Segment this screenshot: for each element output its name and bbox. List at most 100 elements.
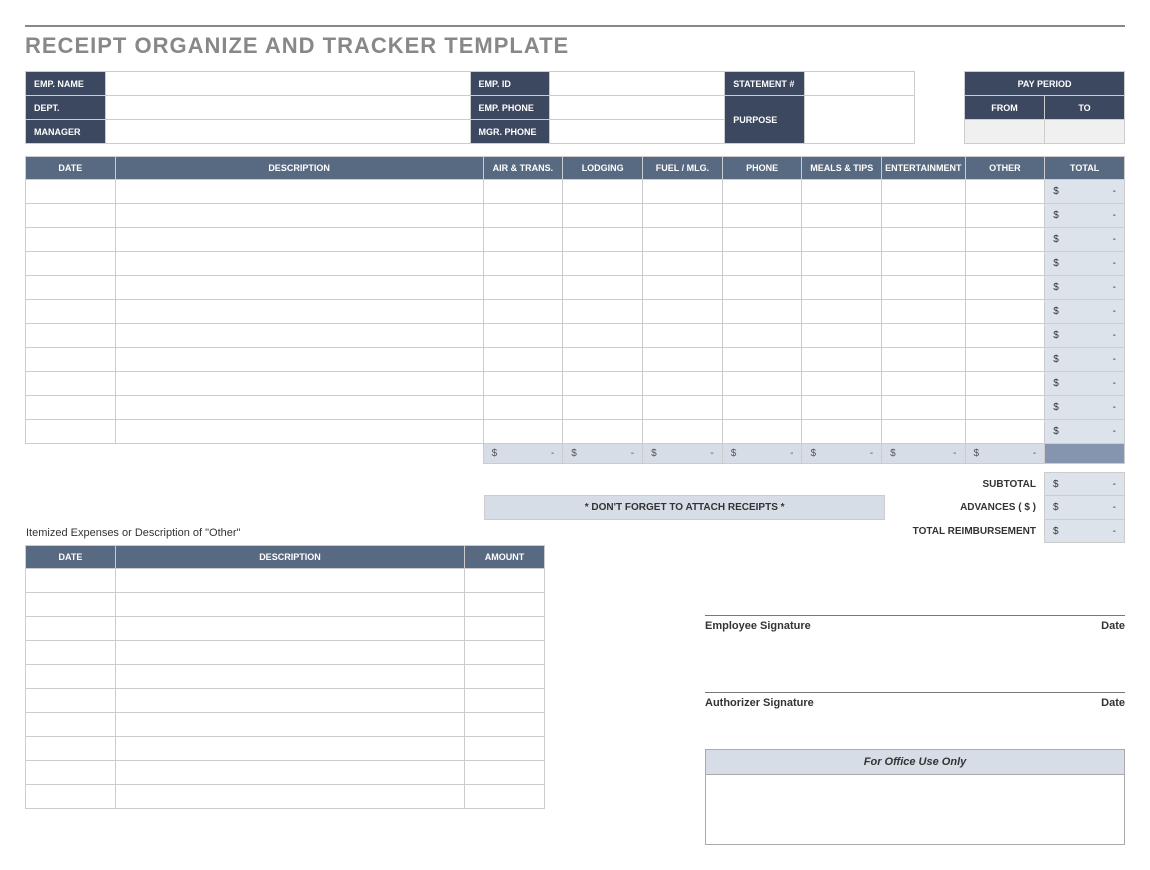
- expense-cell[interactable]: [563, 204, 643, 228]
- expense-cell[interactable]: [802, 204, 882, 228]
- expense-cell[interactable]: [115, 324, 483, 348]
- expense-cell[interactable]: [115, 300, 483, 324]
- itemized-cell[interactable]: [465, 785, 545, 809]
- expense-cell[interactable]: [115, 204, 483, 228]
- itemized-cell[interactable]: [115, 785, 464, 809]
- expense-cell[interactable]: [115, 180, 483, 204]
- itemized-cell[interactable]: [465, 593, 545, 617]
- expense-cell[interactable]: [965, 372, 1045, 396]
- expense-cell[interactable]: [965, 348, 1045, 372]
- expense-cell[interactable]: [722, 180, 802, 204]
- expense-cell[interactable]: [643, 180, 723, 204]
- expense-cell[interactable]: [483, 348, 563, 372]
- itemized-cell[interactable]: [26, 713, 116, 737]
- itemized-cell[interactable]: [465, 641, 545, 665]
- expense-cell[interactable]: [115, 252, 483, 276]
- expense-cell[interactable]: [26, 276, 116, 300]
- itemized-cell[interactable]: [465, 737, 545, 761]
- itemized-cell[interactable]: [465, 569, 545, 593]
- to-field[interactable]: [1045, 120, 1125, 144]
- expense-cell[interactable]: [882, 300, 965, 324]
- itemized-cell[interactable]: [26, 737, 116, 761]
- expense-cell[interactable]: [965, 204, 1045, 228]
- expense-cell[interactable]: [722, 396, 802, 420]
- expense-cell[interactable]: [26, 180, 116, 204]
- expense-cell[interactable]: [643, 324, 723, 348]
- expense-cell[interactable]: [643, 372, 723, 396]
- itemized-cell[interactable]: [26, 593, 116, 617]
- expense-cell[interactable]: [965, 228, 1045, 252]
- expense-cell[interactable]: [965, 324, 1045, 348]
- expense-cell[interactable]: [882, 204, 965, 228]
- expense-cell[interactable]: [483, 180, 563, 204]
- expense-cell[interactable]: [965, 252, 1045, 276]
- itemized-cell[interactable]: [115, 737, 464, 761]
- expense-cell[interactable]: [563, 420, 643, 444]
- expense-cell[interactable]: [802, 228, 882, 252]
- expense-cell[interactable]: [26, 228, 116, 252]
- expense-cell[interactable]: [643, 348, 723, 372]
- expense-cell[interactable]: [483, 276, 563, 300]
- expense-cell[interactable]: [802, 180, 882, 204]
- expense-cell[interactable]: [882, 324, 965, 348]
- expense-cell[interactable]: [563, 396, 643, 420]
- itemized-cell[interactable]: [115, 593, 464, 617]
- expense-cell[interactable]: [483, 324, 563, 348]
- expense-cell[interactable]: [643, 276, 723, 300]
- mgr-phone-field[interactable]: [550, 120, 725, 144]
- itemized-cell[interactable]: [26, 689, 116, 713]
- expense-cell[interactable]: [722, 204, 802, 228]
- itemized-cell[interactable]: [115, 689, 464, 713]
- expense-cell[interactable]: [802, 324, 882, 348]
- expense-cell[interactable]: [882, 348, 965, 372]
- expense-cell[interactable]: [483, 300, 563, 324]
- itemized-cell[interactable]: [26, 569, 116, 593]
- advances-value[interactable]: $-: [1045, 496, 1125, 520]
- expense-cell[interactable]: [26, 420, 116, 444]
- itemized-cell[interactable]: [465, 713, 545, 737]
- expense-cell[interactable]: [882, 420, 965, 444]
- expense-cell[interactable]: [882, 228, 965, 252]
- itemized-cell[interactable]: [26, 641, 116, 665]
- expense-cell[interactable]: [483, 252, 563, 276]
- expense-cell[interactable]: [563, 276, 643, 300]
- expense-cell[interactable]: [26, 252, 116, 276]
- dept-field[interactable]: [105, 96, 470, 120]
- emp-name-field[interactable]: [105, 72, 470, 96]
- itemized-cell[interactable]: [26, 785, 116, 809]
- expense-cell[interactable]: [882, 372, 965, 396]
- expense-cell[interactable]: [643, 396, 723, 420]
- expense-cell[interactable]: [802, 348, 882, 372]
- expense-cell[interactable]: [115, 420, 483, 444]
- expense-cell[interactable]: [115, 372, 483, 396]
- expense-cell[interactable]: [722, 420, 802, 444]
- itemized-cell[interactable]: [26, 761, 116, 785]
- manager-field[interactable]: [105, 120, 470, 144]
- itemized-cell[interactable]: [115, 641, 464, 665]
- expense-cell[interactable]: [965, 396, 1045, 420]
- statement-field[interactable]: [805, 72, 915, 96]
- itemized-cell[interactable]: [115, 569, 464, 593]
- expense-cell[interactable]: [26, 324, 116, 348]
- expense-cell[interactable]: [26, 348, 116, 372]
- office-use-box[interactable]: [705, 775, 1125, 845]
- expense-cell[interactable]: [26, 204, 116, 228]
- expense-cell[interactable]: [483, 204, 563, 228]
- expense-cell[interactable]: [965, 276, 1045, 300]
- expense-cell[interactable]: [802, 396, 882, 420]
- expense-cell[interactable]: [882, 396, 965, 420]
- expense-cell[interactable]: [563, 180, 643, 204]
- expense-cell[interactable]: [722, 276, 802, 300]
- expense-cell[interactable]: [563, 348, 643, 372]
- expense-cell[interactable]: [26, 396, 116, 420]
- itemized-cell[interactable]: [115, 665, 464, 689]
- expense-cell[interactable]: [483, 228, 563, 252]
- expense-cell[interactable]: [563, 300, 643, 324]
- expense-cell[interactable]: [563, 372, 643, 396]
- expense-cell[interactable]: [26, 372, 116, 396]
- expense-cell[interactable]: [643, 300, 723, 324]
- expense-cell[interactable]: [115, 396, 483, 420]
- expense-cell[interactable]: [115, 348, 483, 372]
- expense-cell[interactable]: [802, 420, 882, 444]
- expense-cell[interactable]: [802, 372, 882, 396]
